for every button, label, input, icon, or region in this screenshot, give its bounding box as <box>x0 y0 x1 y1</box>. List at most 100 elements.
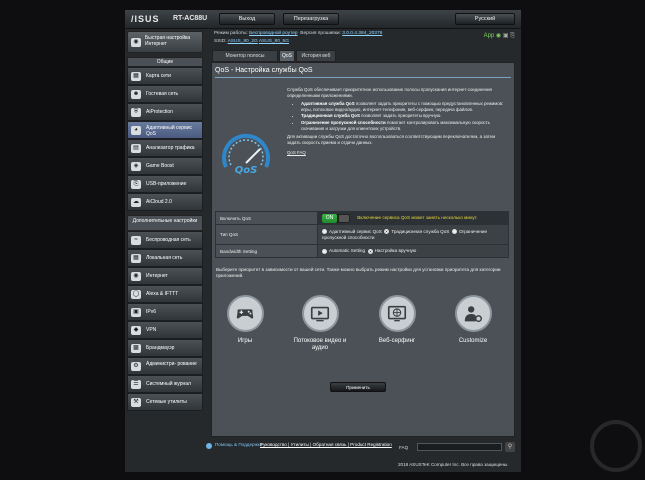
quick-setup-button[interactable]: ◉ Быстрая настройка Интернет <box>127 31 203 53</box>
gamepad-icon <box>226 295 264 332</box>
sidebar-item-label: Администри- рование <box>146 361 197 367</box>
radio-label: Automatic Setting <box>329 248 366 254</box>
bullet-title: Адаптивная служба QoS <box>301 101 355 107</box>
qos-type-label: Тип QoS <box>215 224 318 245</box>
ssid-5g[interactable]: ASUS_80_5G <box>259 39 289 44</box>
faq-label: FAQ <box>399 445 409 450</box>
radio-traditional-qos[interactable] <box>384 228 390 234</box>
radio-adaptive-qos[interactable] <box>322 228 327 234</box>
sidebar-item-label: Брандмауэр <box>146 345 175 351</box>
sidebar-item-alexa[interactable]: ◯ Alexa & IFTTT <box>127 285 203 303</box>
bullet-title: Традиционная служба QoS <box>301 113 360 119</box>
ipv6-icon: ▣ <box>131 308 141 317</box>
sidebar-item-traffic-analyzer[interactable]: ▤ Анализатор трафика <box>127 139 203 157</box>
mode-link[interactable]: Беспроводной роутер <box>249 31 298 36</box>
sidebar-item-network-map[interactable]: ▦ Карта сети <box>127 67 203 85</box>
sidebar: ◉ Быстрая настройка Интернет Общие ▦ Карт… <box>127 31 205 411</box>
bullet-title: Ограничение пропускной способности <box>301 119 386 125</box>
qos-faq-link[interactable]: QoS FAQ <box>287 150 507 156</box>
logout-button[interactable]: Выход <box>219 13 275 25</box>
firmware-link[interactable]: 3.0.0.4.384_20379 <box>342 31 382 36</box>
bandwidth-setting-label: Bandwidth Setting <box>215 244 318 258</box>
footer-links-text[interactable]: Руководство | Утилиты | Обратная связь |… <box>260 442 392 447</box>
sidebar-item-game-boost[interactable]: ◈ Game Boost <box>127 157 203 175</box>
sidebar-item-adaptive-qos[interactable]: ◕ Адаптивный сервис QoS <box>127 121 203 139</box>
tab-qos[interactable]: QoS <box>279 50 295 62</box>
sidebar-item-guest-network[interactable]: ☻ Гостевая сеть <box>127 85 203 103</box>
usb-icon: ⎘ <box>131 180 141 189</box>
tab-bandwidth-monitor[interactable]: Монитор полосы пропускания <box>212 50 278 70</box>
toggle-knob <box>339 214 349 222</box>
app-label[interactable]: App <box>484 33 495 39</box>
sidebar-item-syslog[interactable]: ☰ Системный журнал <box>127 375 203 393</box>
sidebar-item-lan[interactable]: ▦ Локальная сеть <box>127 249 203 267</box>
sidebar-item-aicloud[interactable]: ☁ AiCloud 2.0 <box>127 193 203 211</box>
gamepad-icon: ◈ <box>131 162 141 171</box>
status-icons: App ◉ ▣ ⎘ <box>484 32 515 40</box>
radio-label: Адаптивный сервис QoS <box>329 228 382 234</box>
firmware-label: Версия прошивки: <box>300 31 341 36</box>
sidebar-item-label: VPN <box>146 327 157 333</box>
category-web-surfing[interactable]: Веб-серфинг <box>367 295 427 345</box>
apply-button[interactable]: Применить <box>330 382 386 392</box>
bullet-bandwidth-limit: Ограничение пропускной способности помог… <box>301 120 507 131</box>
radio-bandwidth-limiter[interactable] <box>451 228 457 234</box>
faq-search-input[interactable] <box>417 443 502 451</box>
help-support-link[interactable]: Помощь & Поддержка <box>215 442 262 448</box>
sidebar-item-label: Интернет <box>146 273 168 279</box>
guest-icon: ☻ <box>131 90 141 99</box>
qos-panel: QoS - Настройка службы QoS QoS Служба Qo… <box>211 62 515 437</box>
admin-icon: ⚙ <box>131 362 141 371</box>
sidebar-item-firewall[interactable]: ▩ Брандмауэр <box>127 339 203 357</box>
reboot-button[interactable]: Перезагрузка <box>283 13 339 25</box>
language-select[interactable]: Русский <box>455 13 515 25</box>
vpn-icon: ◆ <box>131 326 141 335</box>
qos-type-row: Тип QoS Адаптивный сервис QoS Традиционн… <box>215 224 509 245</box>
globe-icon: ◉ <box>131 38 141 47</box>
sidebar-item-label: USB-приложение <box>146 181 187 187</box>
sidebar-item-label: Карта сети <box>146 73 171 79</box>
router-admin-window: /ISUS RT-AC88U Выход Перезагрузка Русски… <box>125 10 521 472</box>
watermark-logo <box>590 420 642 472</box>
wifi-status-icon[interactable]: ◉ <box>496 33 501 39</box>
category-label: Потоковое видео и аудио <box>293 338 347 351</box>
qos-description: Служба QoS обеспечивает приоритетное исп… <box>287 87 507 156</box>
usb-status-icon[interactable]: ⎘ <box>510 33 515 39</box>
status-bar: Режим работы: Беспроводной роутер Версия… <box>212 29 521 49</box>
radio-automatic-setting[interactable] <box>322 248 327 254</box>
enable-qos-toggle[interactable]: ON <box>322 213 350 223</box>
sidebar-item-label: AiCloud 2.0 <box>146 199 172 205</box>
sidebar-item-wireless[interactable]: ≈ Беспроводная сеть <box>127 231 203 249</box>
sidebar-item-aiprotection[interactable]: ⛨ AiProtection <box>127 103 203 121</box>
category-label: Customize <box>458 338 488 344</box>
sidebar-item-vpn[interactable]: ◆ VPN <box>127 321 203 339</box>
top-bar: /ISUS RT-AC88U Выход Перезагрузка Русски… <box>125 10 521 29</box>
ssid-2g[interactable]: ASUS_80_2G <box>228 39 258 44</box>
sidebar-item-label: IPv6 <box>146 309 157 315</box>
sidebar-item-label: AiProtection <box>146 109 173 115</box>
search-icon[interactable]: ⚲ <box>505 442 515 452</box>
sidebar-item-wan[interactable]: ◉ Интернет <box>127 267 203 285</box>
category-games[interactable]: Игры <box>215 295 275 345</box>
sidebar-item-usb-app[interactable]: ⎘ USB-приложение <box>127 175 203 193</box>
sidebar-item-label: Системный журнал <box>146 381 191 387</box>
category-customize[interactable]: Customize <box>443 295 503 345</box>
sidebar-item-administration[interactable]: ⚙ Администри- рование <box>127 357 203 375</box>
firewall-icon: ▩ <box>131 344 141 353</box>
category-streaming[interactable]: Потоковое видео и аудио <box>290 295 350 352</box>
radio-label: Традиционная служба QoS <box>391 228 450 234</box>
network-status-icon[interactable]: ▣ <box>503 33 509 39</box>
media-player-icon <box>301 295 339 332</box>
bandwidth-setting-row: Bandwidth Setting Automatic Setting Наст… <box>215 244 509 258</box>
intro-text: Служба QoS обеспечивает приоритетное исп… <box>287 87 492 98</box>
radio-manual-setting[interactable] <box>367 248 373 254</box>
globe-monitor-icon <box>378 295 416 332</box>
sidebar-item-label: Беспроводная сеть <box>146 237 191 243</box>
sidebar-item-ipv6[interactable]: ▣ IPv6 <box>127 303 203 321</box>
sidebar-item-network-tools[interactable]: ⚒ Сетевые утилиты <box>127 393 203 411</box>
sidebar-item-label: Анализатор трафика <box>146 145 195 151</box>
title-divider <box>215 77 511 78</box>
sidebar-item-label: Адаптивный сервис QoS <box>146 125 193 137</box>
tab-web-history[interactable]: История веб <box>296 50 336 62</box>
note-text: Для активации службы QoS достаточно восп… <box>287 134 496 145</box>
